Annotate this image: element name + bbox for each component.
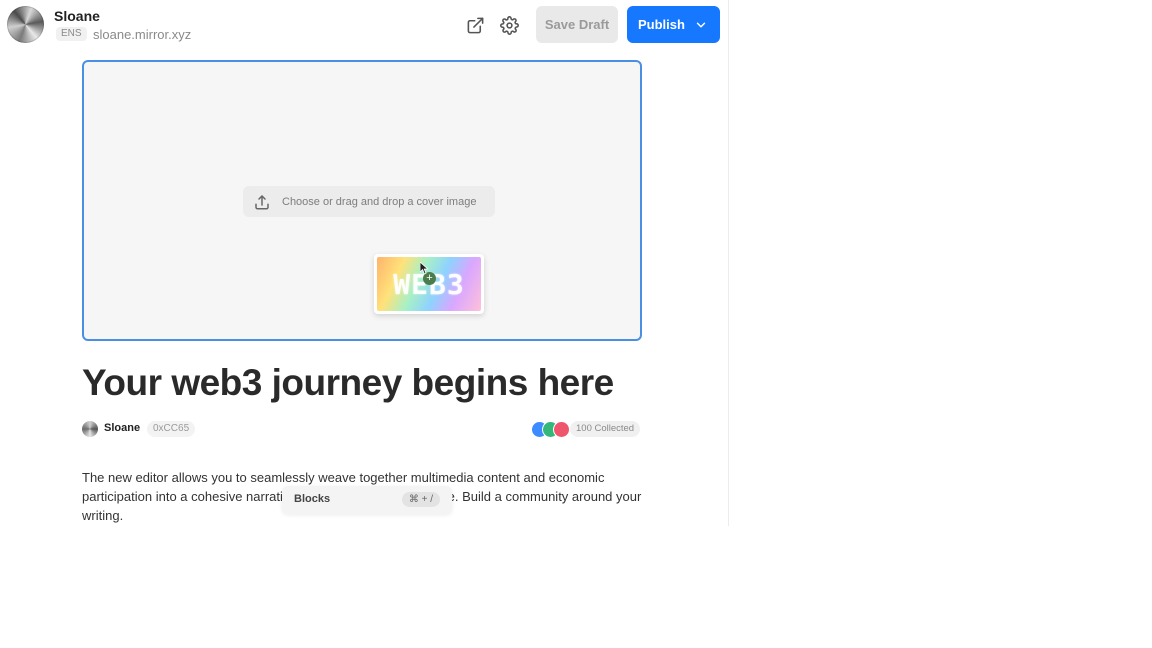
upload-icon — [255, 194, 269, 209]
publish-label: Publish — [638, 17, 685, 32]
pointer-cursor-icon — [420, 262, 429, 275]
post-title[interactable]: Your web3 journey begins here — [82, 362, 614, 404]
editor-panel: Sloane ENS sloane.mirror.xyz Save Draft … — [0, 0, 729, 526]
author-avatar — [82, 421, 98, 437]
avatar[interactable] — [7, 6, 44, 43]
collected-count: 100 Collected — [570, 421, 641, 437]
blocks-label: Blocks — [294, 493, 331, 505]
dragged-image-preview[interactable]: WEB3 + — [374, 254, 484, 314]
web3-image: WEB3 + — [377, 257, 481, 311]
blocks-menu[interactable]: Blocks ⌘ + / — [282, 486, 452, 514]
upload-label: Choose or drag and drop a cover image — [282, 195, 477, 208]
save-draft-button[interactable]: Save Draft — [536, 6, 618, 43]
author-address: 0xCC65 — [147, 421, 196, 437]
upload-cover-button[interactable]: Choose or drag and drop a cover image — [243, 186, 495, 217]
collector-avatars — [531, 421, 571, 438]
cover-image-dropzone[interactable]: Choose or drag and drop a cover image WE… — [82, 60, 642, 341]
user-name: Sloane — [54, 8, 100, 24]
external-link-icon[interactable] — [463, 13, 487, 37]
gear-icon[interactable] — [497, 13, 521, 37]
collector-avatar — [553, 421, 570, 438]
publish-button[interactable]: Publish — [627, 6, 720, 43]
author-name: Sloane — [104, 422, 141, 434]
blocks-shortcut: ⌘ + / — [401, 492, 440, 507]
ens-badge: ENS — [56, 27, 87, 41]
domain-link[interactable]: sloane.mirror.xyz — [93, 27, 191, 42]
chevron-down-icon — [696, 22, 706, 28]
